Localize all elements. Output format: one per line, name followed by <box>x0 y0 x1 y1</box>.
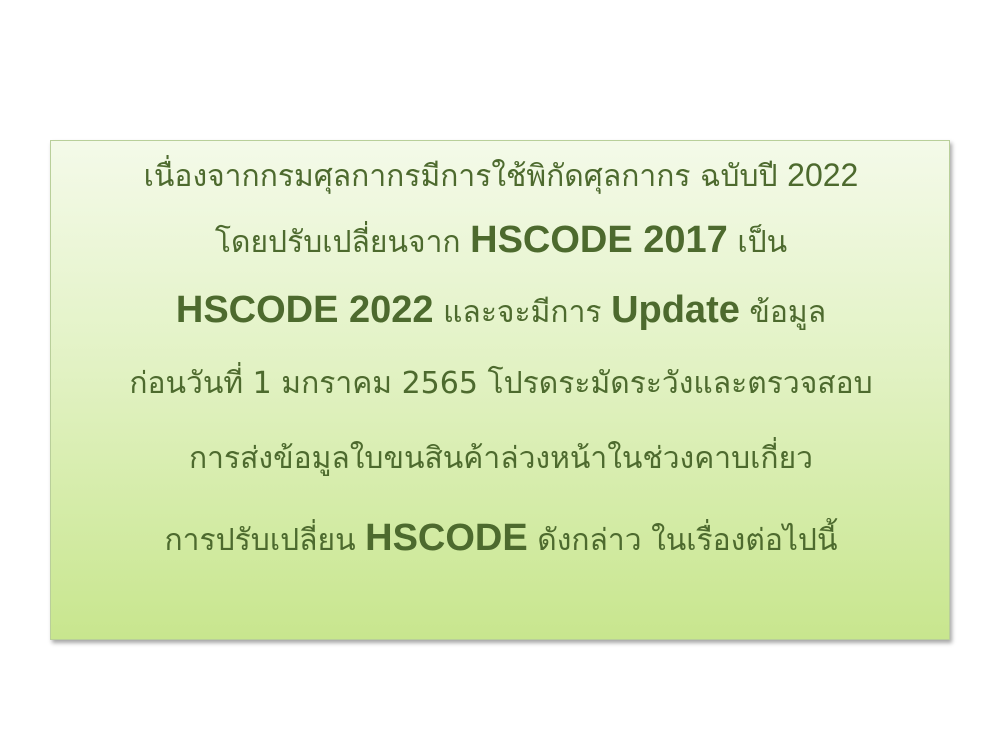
hscode-2017: HSCODE 2017 <box>470 219 728 261</box>
slide: เนื่องจากกรมศุลกากรมีการใช้พิกัดศุลกากร … <box>0 0 1000 750</box>
notice-line-1: เนื่องจากกรมศุลกากรมีการใช้พิกัดศุลกากร … <box>51 159 951 192</box>
notice-line-5: การส่งข้อมูลใบขนสินค้าล่วงหน้าในช่วงคาบเ… <box>51 444 951 474</box>
notice-line-2-suffix: เป็น <box>727 225 788 260</box>
notice-box: เนื่องจากกรมศุลกากรมีการใช้พิกัดศุลกากร … <box>50 140 950 640</box>
notice-line-6-suffix: ดังกล่าว ในเรื่องต่อไปนี้ <box>527 523 838 558</box>
notice-line-3-suffix: ข้อมูล <box>739 295 827 330</box>
hscode-2022: HSCODE 2022 <box>175 289 434 331</box>
hscode-word: HSCODE <box>365 517 528 559</box>
notice-line-1-text: เนื่องจากกรมศุลกากรมีการใช้พิกัดศุลกากร … <box>143 159 788 194</box>
notice-line-6-text: การปรับเปลี่ยน <box>164 523 366 558</box>
notice-line-3-text: และจะมีการ <box>433 295 612 330</box>
notice-line-4: ก่อนวันที่ 1 มกราคม 2565 โปรดระมัดระวังแ… <box>51 369 951 399</box>
notice-line-2: โดยปรับเปลี่ยนจาก HSCODE 2017 เป็น <box>51 221 951 259</box>
notice-line-4-text: ก่อนวันที่ 1 มกราคม 2565 โปรดระมัดระวังแ… <box>129 366 873 401</box>
notice-line-6: การปรับเปลี่ยน HSCODE ดังกล่าว ในเรื่องต… <box>51 519 951 557</box>
notice-line-3: HSCODE 2022 และจะมีการ Update ข้อมูล <box>51 291 951 329</box>
notice-line-1-year: 2022 <box>787 157 859 193</box>
notice-line-2-text: โดยปรับเปลี่ยนจาก <box>214 225 471 260</box>
notice-line-5-text: การส่งข้อมูลใบขนสินค้าล่วงหน้าในช่วงคาบเ… <box>188 441 814 476</box>
update-word: Update <box>611 289 740 331</box>
